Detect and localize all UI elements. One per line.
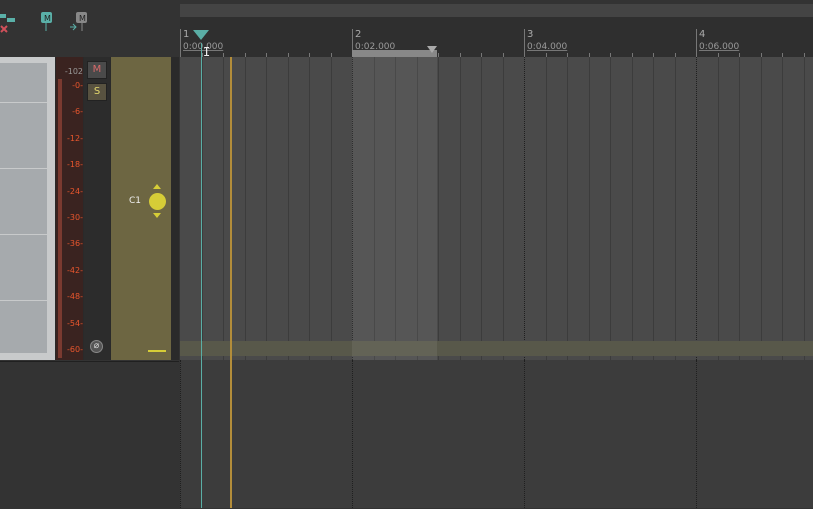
grid-beat-line bbox=[266, 57, 267, 360]
fx-slot[interactable] bbox=[0, 129, 47, 142]
volume-down-arrow-icon[interactable] bbox=[153, 213, 161, 218]
mute-button[interactable]: M bbox=[87, 61, 107, 79]
fx-slot[interactable] bbox=[0, 76, 47, 90]
fx-slot[interactable] bbox=[0, 155, 47, 169]
grid-beat-line bbox=[459, 57, 461, 360]
fx-slot[interactable] bbox=[0, 287, 47, 301]
fx-slot[interactable] bbox=[0, 89, 47, 103]
measure-number: 3 bbox=[527, 29, 534, 40]
grid-beat-line bbox=[610, 57, 611, 360]
fx-slot[interactable] bbox=[0, 300, 47, 314]
volume-up-arrow-icon[interactable] bbox=[153, 184, 161, 189]
fx-slot[interactable] bbox=[0, 115, 47, 129]
timeline-ruler[interactable]: 1 0:00.000 2 0:02.000 3 0:04.000 4 0:06.000 bbox=[180, 17, 813, 57]
fx-slot[interactable] bbox=[0, 63, 47, 76]
pan-indicator bbox=[148, 350, 166, 352]
loop-region[interactable] bbox=[352, 50, 437, 57]
grid-beat-line bbox=[481, 57, 482, 360]
empty-arrange-area[interactable] bbox=[180, 360, 813, 508]
play-cursor bbox=[230, 57, 232, 508]
fx-slot[interactable] bbox=[0, 274, 47, 288]
meter-bar bbox=[58, 79, 62, 358]
grid-beat-line bbox=[653, 57, 654, 360]
toolbar: M M bbox=[0, 0, 179, 34]
fx-slot[interactable] bbox=[0, 195, 47, 208]
empty-track-area[interactable] bbox=[0, 361, 179, 509]
track-button-column bbox=[84, 57, 110, 360]
grid-beat-line bbox=[803, 57, 805, 360]
grid-measure-line bbox=[524, 360, 526, 508]
grid-beat-line bbox=[782, 57, 783, 360]
fx-slot[interactable] bbox=[0, 142, 47, 156]
fx-slot[interactable] bbox=[0, 234, 47, 248]
fx-slot[interactable] bbox=[0, 221, 47, 235]
grid-beat-line bbox=[502, 57, 504, 360]
solo-button[interactable]: S bbox=[87, 83, 107, 101]
track-lane[interactable] bbox=[180, 57, 813, 360]
grid-beat-line bbox=[717, 57, 719, 360]
fx-slot[interactable] bbox=[0, 102, 47, 116]
measure-number: 1 bbox=[183, 29, 190, 40]
grid-beat-line bbox=[588, 57, 590, 360]
track-name[interactable]: C1 bbox=[129, 196, 141, 206]
loop-end-handle-icon[interactable] bbox=[427, 46, 437, 53]
measure-time: 0:04.000 bbox=[527, 42, 568, 52]
grid-beat-line bbox=[330, 57, 332, 360]
grid-measure-line bbox=[352, 360, 354, 508]
fx-slot[interactable] bbox=[0, 168, 47, 182]
fx-slot[interactable] bbox=[0, 208, 47, 222]
edit-cursor[interactable] bbox=[201, 43, 202, 508]
receive-icon[interactable]: M bbox=[70, 12, 88, 32]
fx-slot[interactable] bbox=[0, 181, 47, 195]
meter-peak-value: -102 bbox=[64, 67, 83, 76]
loop-selection-shade bbox=[352, 57, 437, 360]
grid-beat-line bbox=[545, 57, 547, 360]
grid-beat-line bbox=[309, 57, 310, 360]
measure-time: 0:06.000 bbox=[699, 42, 740, 52]
grid-measure-line bbox=[696, 360, 698, 508]
fx-slot-strip[interactable] bbox=[0, 57, 55, 360]
fx-slot[interactable] bbox=[0, 327, 47, 340]
grid-measure-line bbox=[696, 57, 698, 360]
grid-measure-line bbox=[524, 57, 526, 360]
grid-beat-line bbox=[438, 57, 439, 360]
ruler-region-lane[interactable] bbox=[180, 4, 813, 17]
grid-beat-line bbox=[739, 57, 740, 360]
fx-slot[interactable] bbox=[0, 313, 47, 327]
measure-number: 2 bbox=[355, 29, 362, 40]
grid-beat-line bbox=[760, 57, 762, 360]
grid-beat-line bbox=[631, 57, 633, 360]
volume-knob[interactable] bbox=[149, 193, 166, 210]
phase-invert-button[interactable]: ⌀ bbox=[90, 340, 103, 353]
grid-beat-line bbox=[244, 57, 246, 360]
receive-glyph: M bbox=[79, 14, 86, 23]
send-icon[interactable]: M bbox=[41, 12, 53, 32]
envelope-lane[interactable] bbox=[180, 341, 813, 356]
send-glyph: M bbox=[44, 14, 51, 23]
grid-measure-line bbox=[180, 360, 182, 508]
fx-slot[interactable] bbox=[0, 247, 47, 261]
route-icon[interactable] bbox=[0, 8, 16, 34]
grid-beat-line bbox=[287, 57, 289, 360]
grid-beat-line bbox=[567, 57, 568, 360]
grid-beat-line bbox=[674, 57, 676, 360]
fx-slot[interactable] bbox=[0, 340, 47, 354]
fx-slot[interactable] bbox=[0, 261, 47, 274]
playhead-marker-icon[interactable] bbox=[193, 30, 209, 40]
measure-number: 4 bbox=[699, 29, 706, 40]
mouse-text-cursor-icon: I bbox=[203, 45, 211, 59]
grid-beat-line bbox=[223, 57, 224, 360]
